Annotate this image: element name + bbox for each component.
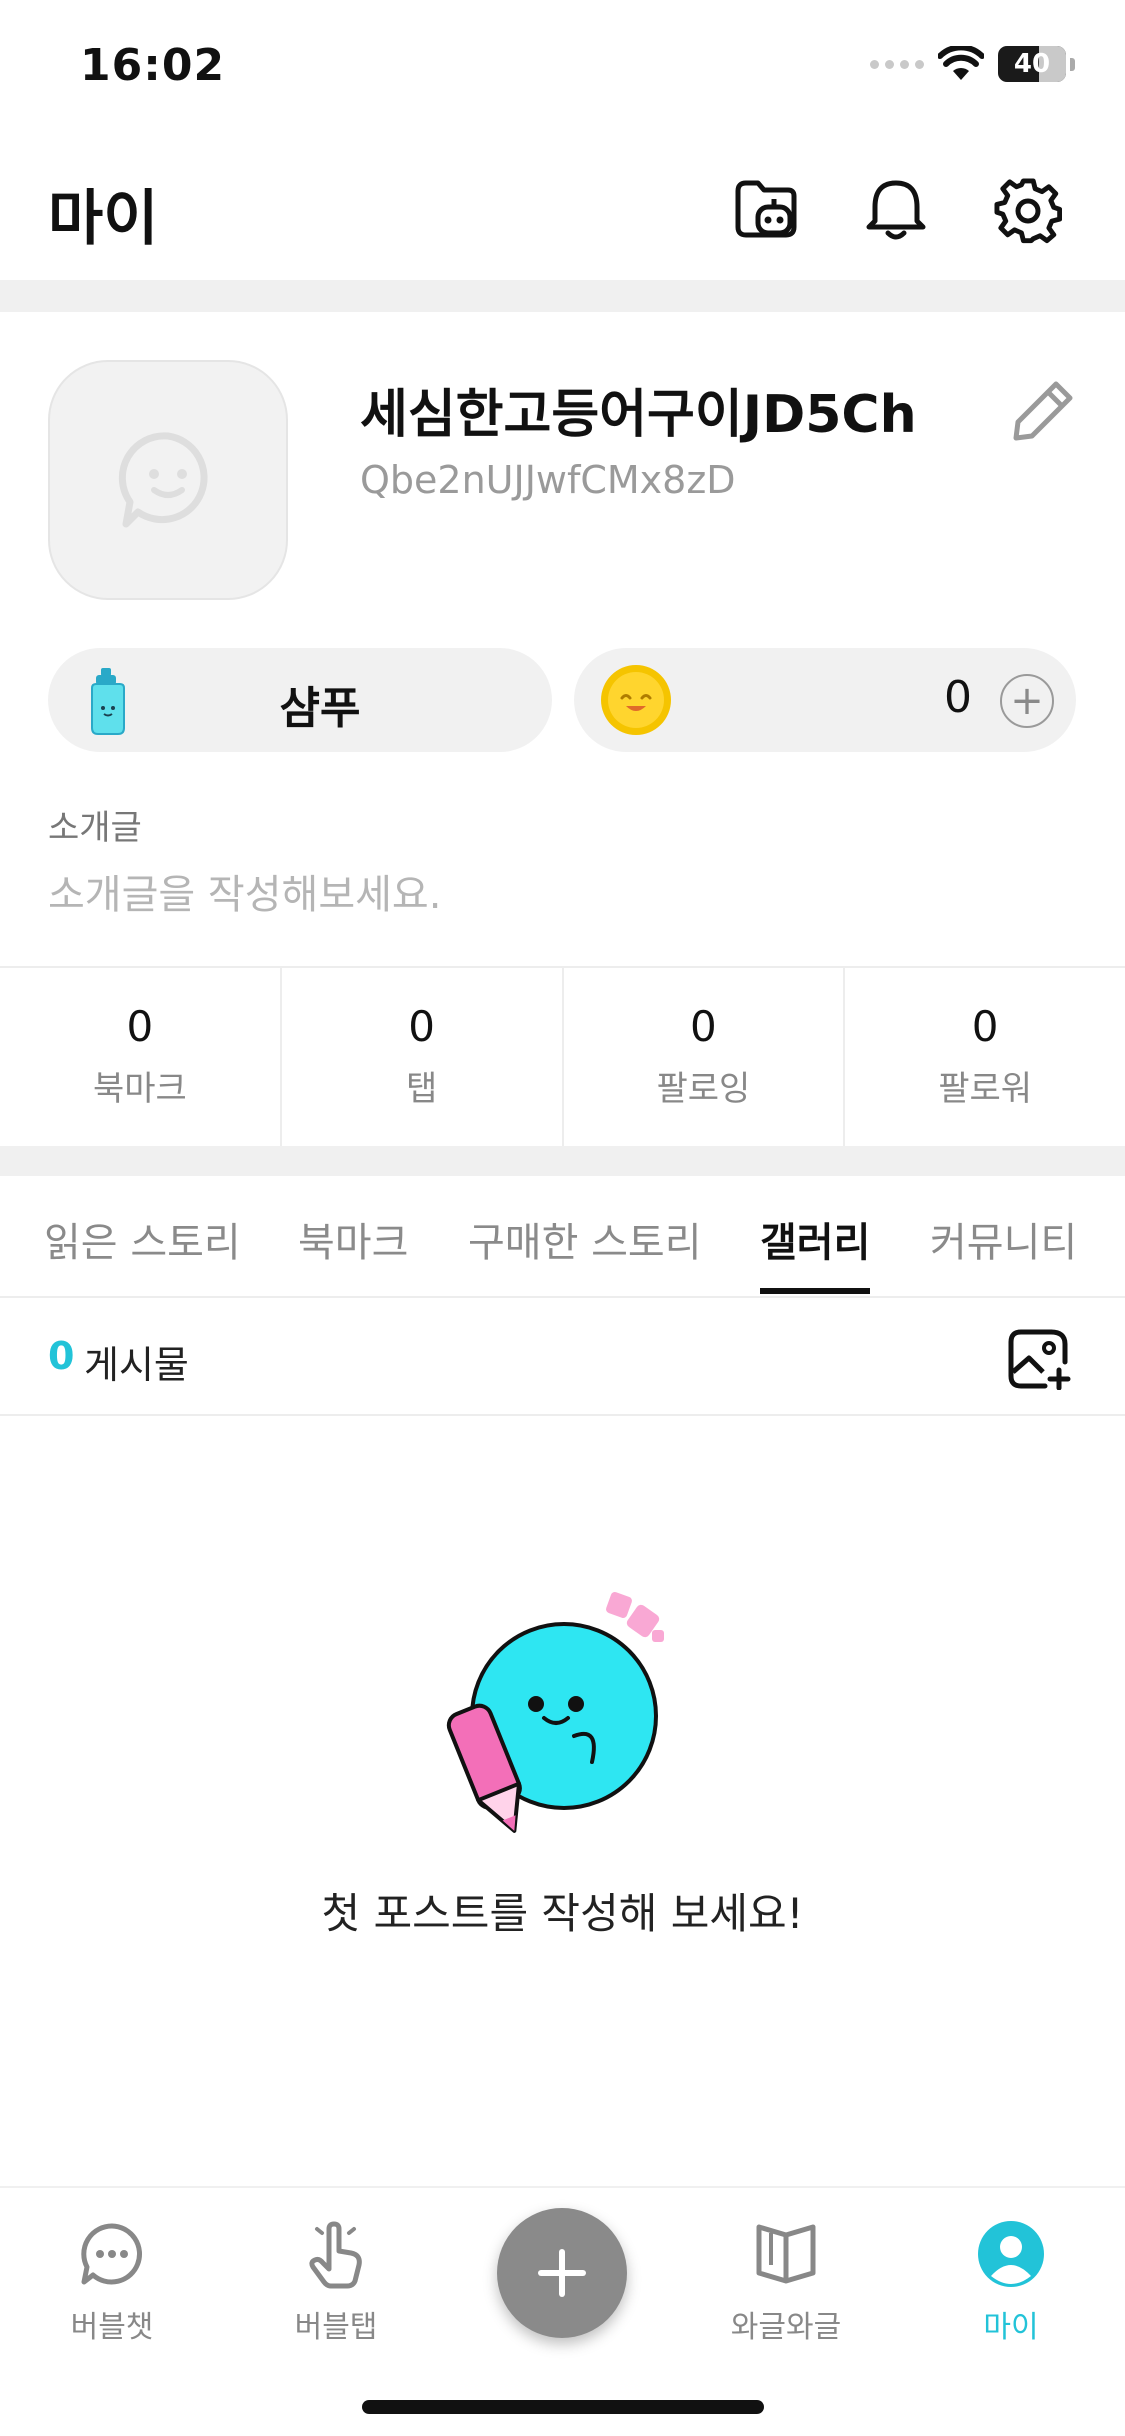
plus-icon xyxy=(538,2249,586,2297)
tab-community[interactable]: 커뮤니티 xyxy=(930,1210,1077,1268)
intro-title: 소개글 xyxy=(48,808,142,848)
nav-bubble-chat[interactable]: 버블챗 xyxy=(32,2214,192,2346)
open-book-icon xyxy=(746,2214,826,2294)
stat-label: 팔로잉 xyxy=(656,1069,751,1109)
stat-label: 탭 xyxy=(405,1069,438,1109)
shampoo-label: 샴푸 xyxy=(279,683,361,734)
chat-bubble-icon xyxy=(72,2214,152,2294)
stat-value: 0 xyxy=(126,1002,154,1051)
battery-icon: 40 xyxy=(998,46,1066,82)
posts-bar: 0 게시물 xyxy=(0,1300,1125,1416)
posts-label: 게시물 xyxy=(84,1343,189,1387)
nav-bubble-tap[interactable]: 버블탭 xyxy=(256,2214,416,2346)
shampoo-button[interactable]: 샴푸 xyxy=(48,648,552,752)
add-image-icon[interactable] xyxy=(1005,1324,1075,1394)
nav-wagle[interactable]: 와글와글 xyxy=(706,2214,866,2346)
status-indicators: 40 xyxy=(870,46,1075,82)
default-avatar-icon xyxy=(118,432,208,528)
posts-count: 0 xyxy=(48,1334,75,1378)
wifi-icon xyxy=(938,46,984,80)
nav-label: 마이 xyxy=(983,2310,1039,2345)
stat-value: 0 xyxy=(690,1002,717,1051)
coin-icon xyxy=(601,665,671,735)
stat-value: 0 xyxy=(408,1002,435,1051)
stat-following[interactable]: 0 팔로잉 xyxy=(564,968,846,1146)
content-tabs: 읽은 스토리 북마크 구매한 스토리 갤러리 커뮤니티 xyxy=(0,1176,1125,1298)
add-coin-button[interactable]: + xyxy=(1000,674,1054,728)
bottom-nav: 버블챗 버블탭 와글와글 마이 xyxy=(0,2186,1125,2436)
active-tab-indicator xyxy=(760,1288,870,1294)
cellular-signal-icon xyxy=(870,59,924,69)
pencil-icon[interactable] xyxy=(1000,368,1086,454)
status-bar: 16:02 40 xyxy=(0,0,1125,140)
stat-value: 0 xyxy=(971,1002,999,1051)
tab-read-stories[interactable]: 읽은 스토리 xyxy=(44,1210,241,1268)
section-divider xyxy=(0,1146,1125,1176)
stat-taps[interactable]: 0 탭 xyxy=(282,968,564,1146)
battery-level: 40 xyxy=(1013,49,1051,79)
bot-folder-icon[interactable] xyxy=(726,170,806,250)
page-title: 마이 xyxy=(48,184,159,254)
intro-placeholder[interactable]: 소개글을 작성해보세요. xyxy=(48,862,441,920)
section-divider xyxy=(0,280,1125,312)
create-post-button[interactable] xyxy=(497,2208,627,2338)
gear-icon[interactable] xyxy=(988,170,1068,250)
stat-bookmarks[interactable]: 0 북마크 xyxy=(0,968,282,1146)
stat-followers[interactable]: 0 팔로워 xyxy=(845,968,1125,1146)
nav-label: 와글와글 xyxy=(730,2310,842,2345)
tab-purchased-stories[interactable]: 구매한 스토리 xyxy=(468,1210,702,1268)
profile-user-id: Qbe2nUJJwfCMx8zD xyxy=(360,458,736,502)
coin-value: 0 xyxy=(944,672,972,723)
coin-balance[interactable]: 0 + xyxy=(574,648,1076,752)
profile-icon xyxy=(971,2214,1051,2294)
tap-hand-icon xyxy=(296,2214,376,2294)
status-time: 16:02 xyxy=(80,40,226,91)
app-header: 마이 xyxy=(0,140,1125,280)
tab-gallery[interactable]: 갤러리 xyxy=(760,1210,870,1268)
stat-label: 팔로워 xyxy=(938,1069,1033,1109)
avatar[interactable] xyxy=(48,360,288,600)
nav-label: 버블탭 xyxy=(294,2310,378,2345)
profile-nickname: 세심한고등어구이JD5Ch xyxy=(360,385,917,445)
stat-label: 북마크 xyxy=(92,1069,187,1109)
empty-state-message: 첫 포스트를 작성해 보세요! xyxy=(321,1889,804,1938)
tab-bookmarks[interactable]: 북마크 xyxy=(298,1210,408,1268)
profile-stats: 0 북마크 0 탭 0 팔로잉 0 팔로워 xyxy=(0,966,1125,1146)
home-indicator xyxy=(362,2400,764,2414)
bubble-character-illustration xyxy=(446,1592,664,1833)
nav-label: 버블챗 xyxy=(70,2310,154,2345)
nav-my[interactable]: 마이 xyxy=(931,2214,1091,2346)
bell-icon[interactable] xyxy=(856,170,936,250)
